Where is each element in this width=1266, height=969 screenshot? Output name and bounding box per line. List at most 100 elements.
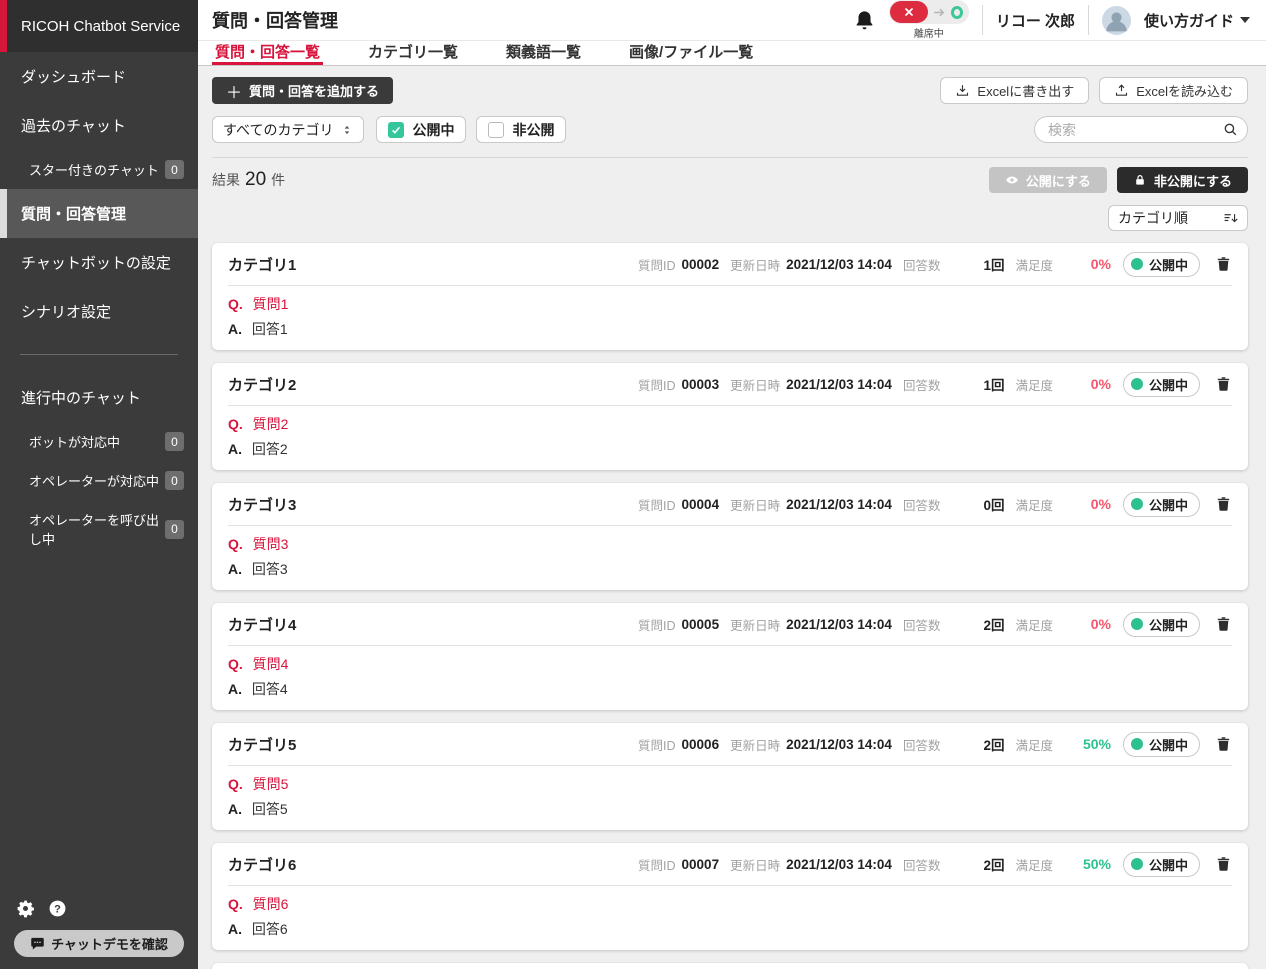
category-name: カテゴリ6 — [228, 854, 296, 875]
presence-toggle[interactable]: 離席中 — [889, 0, 969, 40]
tab-category-list[interactable]: カテゴリ一覧 — [365, 41, 461, 65]
count-badge: 0 — [165, 471, 184, 490]
status-dot-icon — [1131, 858, 1143, 870]
excel-import-button[interactable]: Excelを読み込む — [1099, 77, 1248, 104]
filter-private-label: 非公開 — [512, 120, 554, 140]
gear-icon[interactable] — [16, 899, 35, 918]
search-icon[interactable] — [1222, 121, 1239, 138]
divider — [228, 525, 1232, 526]
qa-card[interactable]: カテゴリ5 質問ID 00006 更新日時 2021/12/03 14:04 回… — [212, 723, 1248, 830]
trash-icon[interactable] — [1215, 855, 1232, 873]
sidebar-item-label: ボットが対応中 — [29, 432, 120, 451]
question-id-value: 00007 — [682, 857, 720, 872]
answer-text: 回答4 — [252, 681, 288, 697]
filter-private-checkbox[interactable]: 非公開 — [476, 116, 566, 143]
answer-count-label: 回答数 — [903, 255, 941, 274]
status-badge: 公開中 — [1123, 732, 1200, 757]
satisfaction-value: 0% — [1059, 256, 1111, 272]
sort-select[interactable]: カテゴリ順 — [1108, 205, 1248, 231]
qa-card[interactable]: カテゴリ3 質問ID 00004 更新日時 2021/12/03 14:04 回… — [212, 483, 1248, 590]
satisfaction-label: 満足度 — [1015, 255, 1053, 274]
add-qa-button[interactable]: ＋ 質問・回答を追加する — [212, 77, 393, 104]
satisfaction-label: 満足度 — [1015, 495, 1053, 514]
category-filter-value: すべてのカテゴリ — [223, 120, 333, 140]
qa-card[interactable]: カテゴリ1 質問ID 00002 更新日時 2021/12/03 14:04 回… — [212, 243, 1248, 350]
question-id-value: 00004 — [682, 497, 720, 512]
qa-card-meta: 質問ID 00006 更新日時 2021/12/03 14:04 回答数 2回 … — [638, 732, 1232, 757]
satisfaction-label: 満足度 — [1015, 375, 1053, 394]
eye-icon — [1005, 173, 1019, 187]
sidebar-item-bot-handling[interactable]: ボットが対応中 0 — [0, 422, 198, 461]
tab-image-file-list[interactable]: 画像/ファイル一覧 — [626, 41, 756, 65]
qa-card[interactable]: カテゴリ6 質問ID 00007 更新日時 2021/12/03 14:04 回… — [212, 843, 1248, 950]
result-unit: 件 — [271, 170, 285, 190]
unpublish-button[interactable]: 非公開にする — [1117, 167, 1248, 193]
trash-icon[interactable] — [1215, 255, 1232, 273]
answer-text: 回答2 — [252, 441, 288, 457]
notification-bell-icon[interactable] — [853, 9, 876, 32]
updated-value: 2021/12/03 14:04 — [786, 617, 892, 632]
sidebar-item-label: チャットボットの設定 — [21, 252, 171, 273]
status-dot-icon — [1131, 618, 1143, 630]
status-online-icon — [951, 6, 963, 19]
a-prefix: A. — [228, 921, 242, 937]
sidebar-item-label: ダッシュボード — [21, 66, 126, 87]
tab-qa-list[interactable]: 質問・回答一覧 — [212, 41, 323, 65]
category-name: カテゴリ3 — [228, 494, 296, 515]
answer-text: 回答1 — [252, 321, 288, 337]
avatar[interactable] — [1102, 6, 1131, 35]
qa-card-header: カテゴリ4 質問ID 00005 更新日時 2021/12/03 14:04 回… — [228, 603, 1232, 645]
sidebar-divider — [20, 354, 178, 355]
tab-synonym-list[interactable]: 類義語一覧 — [503, 41, 584, 65]
sidebar-item-chatbot-settings[interactable]: チャットボットの設定 — [0, 238, 198, 287]
status-badge: 公開中 — [1123, 252, 1200, 277]
excel-export-label: Excelに書き出す — [977, 81, 1074, 100]
trash-icon[interactable] — [1215, 735, 1232, 753]
answer-count-value: 2回 — [946, 734, 1004, 754]
trash-icon[interactable] — [1215, 375, 1232, 393]
publish-label: 公開にする — [1026, 171, 1091, 190]
usage-guide-menu[interactable]: 使い方ガイド — [1144, 10, 1250, 31]
answer-row: A. 回答2 — [228, 439, 1232, 459]
qa-card-meta: 質問ID 00004 更新日時 2021/12/03 14:04 回答数 0回 … — [638, 492, 1232, 517]
answer-row: A. 回答6 — [228, 919, 1232, 939]
speech-bubble-icon — [30, 936, 45, 951]
qa-card[interactable]: カテゴリ2 質問ID 00003 更新日時 2021/12/03 14:04 回… — [212, 363, 1248, 470]
qa-card[interactable]: カテゴリ4 質問ID 00005 更新日時 2021/12/03 14:04 回… — [212, 603, 1248, 710]
sidebar-item-operator-calling[interactable]: オペレーターを呼び出し中 0 — [0, 500, 198, 558]
excel-export-button[interactable]: Excelに書き出す — [940, 77, 1089, 104]
search-input[interactable] — [1034, 116, 1248, 143]
category-filter-select[interactable]: すべてのカテゴリ — [212, 116, 364, 143]
trash-icon[interactable] — [1215, 495, 1232, 513]
qa-card-header: カテゴリ2 質問ID 00003 更新日時 2021/12/03 14:04 回… — [228, 363, 1232, 405]
qa-card-header: カテゴリ3 質問ID 00004 更新日時 2021/12/03 14:04 回… — [228, 483, 1232, 525]
sidebar-item-starred-chats[interactable]: スター付きのチャット 0 — [0, 150, 198, 189]
question-text: 質問1 — [253, 296, 289, 312]
status-badge: 公開中 — [1123, 492, 1200, 517]
category-name: カテゴリ4 — [228, 614, 296, 635]
trash-icon[interactable] — [1215, 615, 1232, 633]
sidebar-item-qa-management[interactable]: 質問・回答管理 — [0, 189, 198, 238]
question-id-label: 質問ID — [638, 495, 676, 514]
sidebar-item-operator-handling[interactable]: オペレーターが対応中 0 — [0, 461, 198, 500]
updated-label: 更新日時 — [730, 855, 780, 874]
sidebar-item-scenario-settings[interactable]: シナリオ設定 — [0, 287, 198, 336]
excel-import-label: Excelを読み込む — [1136, 81, 1233, 100]
chat-demo-label: チャットデモを確認 — [51, 934, 168, 953]
sidebar-item-past-chats[interactable]: 過去のチャット — [0, 101, 198, 150]
plus-icon: ＋ — [226, 79, 242, 103]
q-prefix: Q. — [228, 896, 243, 912]
sidebar-item-label: スター付きのチャット — [29, 160, 159, 179]
user-name[interactable]: リコー 次郎 — [996, 10, 1075, 31]
sidebar-item-dashboard[interactable]: ダッシュボード — [0, 52, 198, 101]
status-dot-icon — [1131, 498, 1143, 510]
main-area: 質問・回答管理 離席中 — [198, 0, 1266, 969]
brand-header: RICOH Chatbot Service — [0, 0, 198, 52]
chat-demo-button[interactable]: チャットデモを確認 — [14, 930, 184, 957]
answer-count-label: 回答数 — [903, 735, 941, 754]
help-icon[interactable]: ? — [48, 899, 67, 918]
publish-button[interactable]: 公開にする — [989, 167, 1107, 193]
status-badge-label: 公開中 — [1149, 255, 1188, 274]
filter-public-checkbox[interactable]: 公開中 — [376, 116, 466, 143]
a-prefix: A. — [228, 561, 242, 577]
